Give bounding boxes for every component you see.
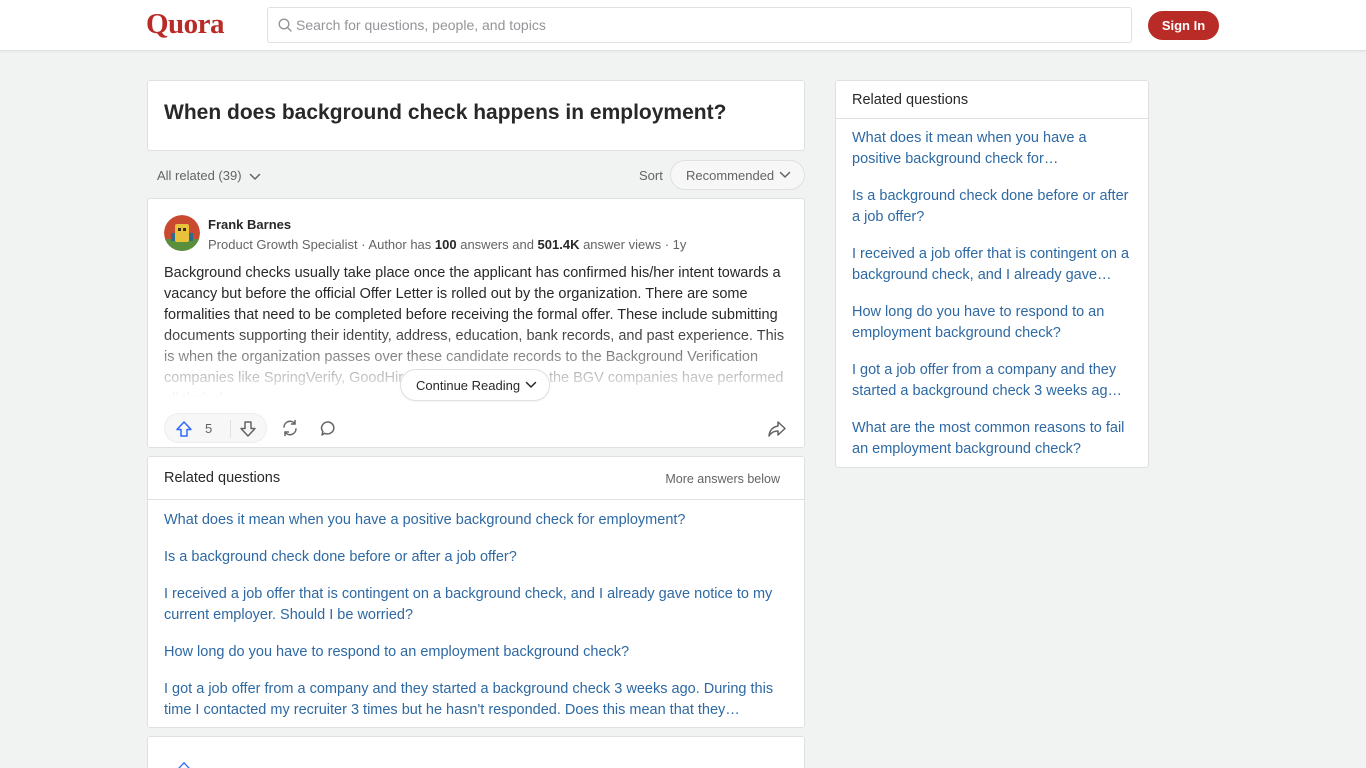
author-name[interactable]: Frank Barnes xyxy=(208,217,291,232)
sort-value: Recommended xyxy=(686,168,775,183)
question-title: When does background check happens in em… xyxy=(164,101,727,124)
related-question-link[interactable]: I got a job offer from a company and the… xyxy=(164,679,790,721)
downvote-icon[interactable] xyxy=(239,420,257,438)
sidebar-question-link[interactable]: I got a job offer from a company and the… xyxy=(852,360,1136,402)
avatar-image-icon xyxy=(164,215,200,251)
sidebar-title: Related questions xyxy=(852,92,969,108)
upvote-icon[interactable] xyxy=(175,420,193,438)
related-header: Related questions More answers below xyxy=(148,457,804,500)
sidebar-question-link[interactable]: Is a background check done before or aft… xyxy=(852,186,1136,228)
sort-dropdown[interactable]: Recommended xyxy=(670,160,805,190)
sidebar-list: What does it mean when you have a positi… xyxy=(852,128,1136,476)
author-credential: Product Growth Specialist xyxy=(208,237,358,252)
vote-bar: 5 xyxy=(164,413,267,443)
share-icon[interactable] xyxy=(281,419,299,437)
related-question-link[interactable]: I received a job offer that is contingen… xyxy=(164,584,790,626)
chevron-down-icon xyxy=(249,173,261,180)
avatar[interactable] xyxy=(164,215,200,251)
sort-label: Sort xyxy=(639,168,663,183)
answer-card: Frank Barnes Product Growth Specialist ·… xyxy=(147,198,805,448)
vote-divider xyxy=(230,420,231,438)
forward-share-icon[interactable] xyxy=(768,420,786,437)
sidebar-question-link[interactable]: What are the most common reasons to fail… xyxy=(852,418,1136,460)
sidebar-header: Related questions xyxy=(836,81,1148,119)
meta-text: answer views · 1y xyxy=(579,237,687,252)
related-questions-feed: Related questions More answers below Wha… xyxy=(147,456,805,728)
author-meta: Product Growth Specialist · Author has 1… xyxy=(208,237,686,252)
top-header: Quora Sign In xyxy=(0,0,1366,51)
related-question-link[interactable]: Is a background check done before or aft… xyxy=(164,547,790,568)
all-related-dropdown[interactable]: All related (39) xyxy=(157,168,261,183)
sidebar-related-questions: Related questions What does it mean when… xyxy=(835,80,1149,468)
comment-icon[interactable] xyxy=(320,420,337,437)
upvote-icon[interactable] xyxy=(176,761,192,768)
more-answers-below: More answers below xyxy=(665,472,780,486)
sidebar-question-link[interactable]: What does it mean when you have a positi… xyxy=(852,128,1136,170)
related-question-link[interactable]: How long do you have to respond to an em… xyxy=(164,642,790,663)
all-related-label: All related (39) xyxy=(157,168,242,183)
sign-in-button[interactable]: Sign In xyxy=(1148,11,1219,40)
sidebar-question-link[interactable]: I received a job offer that is contingen… xyxy=(852,244,1136,286)
related-question-link[interactable]: What does it mean when you have a positi… xyxy=(164,510,790,531)
sidebar-question-link[interactable]: How long do you have to respond to an em… xyxy=(852,302,1136,344)
question-card: When does background check happens in em… xyxy=(147,80,805,151)
next-answer-card xyxy=(147,736,805,768)
quora-logo[interactable]: Quora xyxy=(146,8,225,41)
continue-reading-button[interactable]: Continue Reading xyxy=(400,369,550,401)
search-icon xyxy=(278,18,292,32)
chevron-down-icon xyxy=(779,171,791,178)
chevron-down-icon xyxy=(525,381,537,388)
search-input[interactable] xyxy=(296,8,1116,42)
related-title: Related questions xyxy=(164,470,281,486)
meta-text: answers and xyxy=(456,237,538,252)
answers-count: 100 xyxy=(434,237,457,252)
views-count: 501.4K xyxy=(537,237,580,252)
continue-reading-label: Continue Reading xyxy=(416,378,521,393)
upvote-count: 5 xyxy=(205,421,213,436)
meta-text: · Author has xyxy=(357,237,435,252)
search-bar[interactable] xyxy=(267,7,1132,43)
related-list: What does it mean when you have a positi… xyxy=(164,510,790,737)
